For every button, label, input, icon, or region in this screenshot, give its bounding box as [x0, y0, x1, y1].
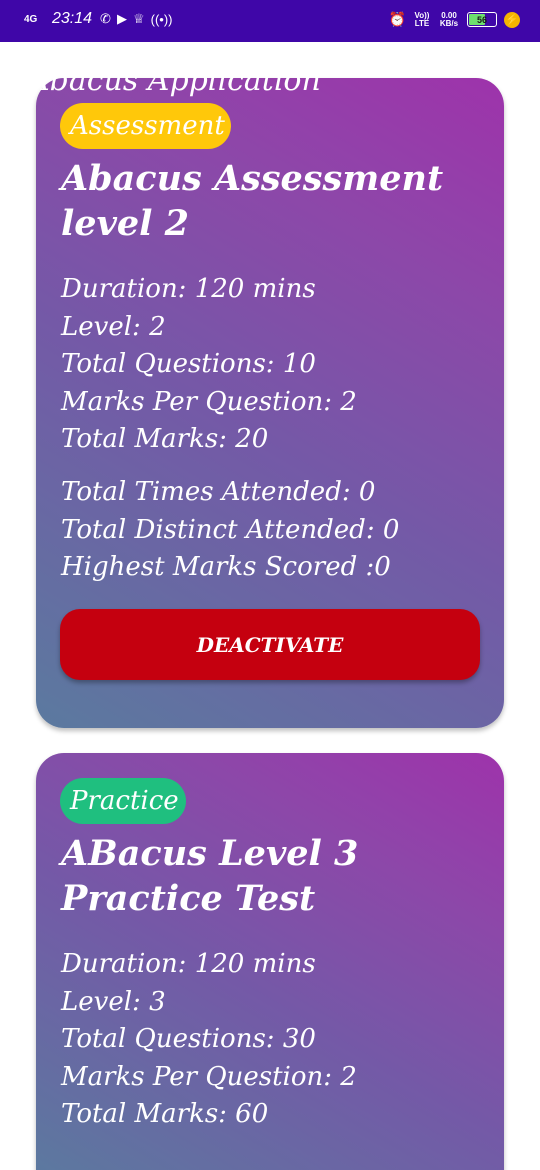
- total-questions-text: Total Questions: 30: [61, 1024, 316, 1054]
- test-stats: Total Times Attended: 0 Total Distinct A…: [61, 474, 399, 587]
- test-card[interactable]: Assessment Abacus Assessment level 2 Dur…: [36, 78, 504, 728]
- app-title: Abacus Application: [38, 63, 504, 103]
- level-text: Level: 2: [61, 311, 166, 342]
- youtube-icon: ▶: [116, 11, 127, 26]
- network-signal-icon: 4G: [24, 13, 38, 25]
- duration-text: Duration: 120 mins: [61, 949, 316, 979]
- total-marks-text: Total Marks: 20: [61, 424, 269, 454]
- test-type-badge: Assessment: [60, 103, 231, 149]
- duration-text: Duration: 120 mins: [61, 274, 316, 304]
- times-attended-text: Total Times Attended: 0: [61, 477, 376, 507]
- deactivate-button[interactable]: DEACTIVATE: [60, 609, 480, 680]
- total-marks-text: Total Marks: 60: [61, 1099, 269, 1129]
- marks-per-question-text: Marks Per Question: 2: [61, 386, 357, 417]
- test-title: ABacus Level 3 Practice Test: [61, 833, 359, 919]
- distinct-attended-text: Total Distinct Attended: 0: [61, 514, 400, 545]
- battery-icon: 56: [467, 12, 497, 27]
- volte-indicator: Vo)) LTE: [414, 10, 430, 28]
- marks-per-question-text: Marks Per Question: 2: [61, 1061, 357, 1092]
- test-title: Abacus Assessment level 2: [61, 158, 444, 244]
- total-questions-text: Total Questions: 10: [61, 349, 316, 379]
- highest-marks-text: Highest Marks Scored :0: [61, 552, 391, 582]
- whatsapp-icon: ✆: [100, 11, 111, 26]
- charging-icon: ⚡: [504, 11, 520, 28]
- status-time: 23:14: [52, 10, 93, 27]
- test-details: Duration: 120 mins Level: 3 Total Questi…: [61, 946, 357, 1134]
- test-card[interactable]: Practice ABacus Level 3 Practice Test Du…: [36, 753, 504, 1170]
- status-bar: 4G 23:14 ✆ ▶ ♕ ((•)) ⏰ Vo)) LTE 0.00 KB/…: [0, 0, 540, 42]
- test-type-badge: Practice: [60, 778, 186, 824]
- alarm-icon: ⏰: [388, 11, 406, 27]
- trophy-icon: ♕: [132, 11, 145, 26]
- level-text: Level: 3: [61, 986, 166, 1017]
- battery-percent: 56: [476, 14, 487, 25]
- test-details: Duration: 120 mins Level: 2 Total Questi…: [61, 271, 357, 459]
- hotspot-icon: ((•)): [150, 11, 173, 27]
- network-speed: 0.00 KB/s: [439, 10, 459, 28]
- app-title-text: Abacus Application: [38, 63, 321, 98]
